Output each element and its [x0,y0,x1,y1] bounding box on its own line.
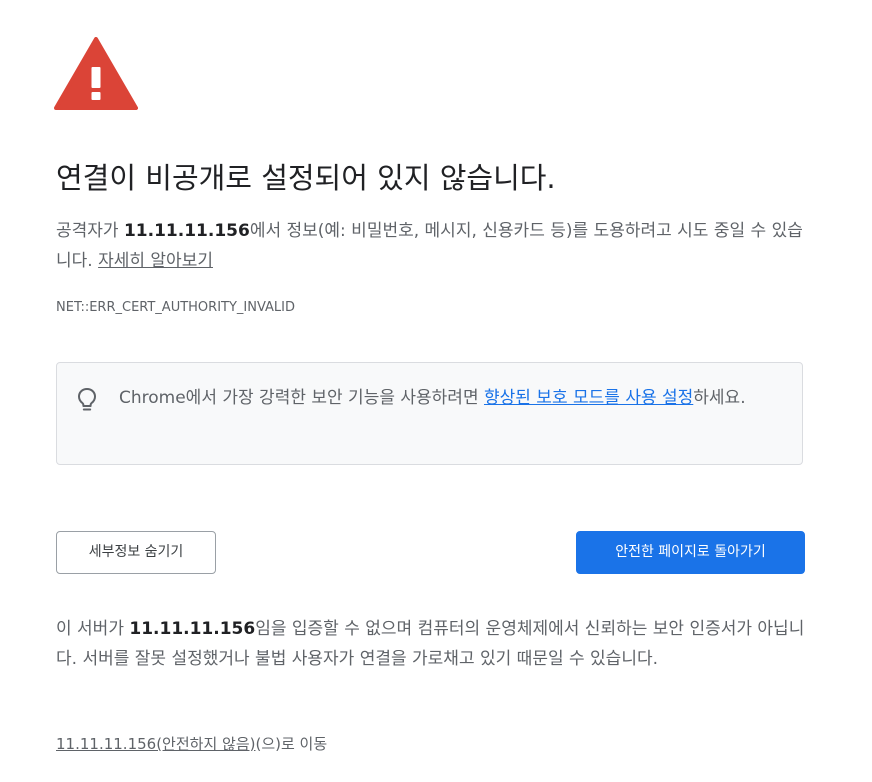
learn-more-link[interactable]: 자세히 알아보기 [98,251,213,271]
page-title: 연결이 비공개로 설정되어 있지 않습니다. [56,161,556,195]
details-text: 이 서버가 11.11.11.156임을 입증할 수 없으며 컴퓨터의 운영체제… [56,614,806,674]
proceed-suffix: (으)로 이동 [255,735,328,753]
error-code: NET::ERR_CERT_AUTHORITY_INVALID [56,300,296,315]
tip-suffix: 하세요. [693,388,746,408]
hide-details-button[interactable]: 세부정보 숨기기 [56,531,216,574]
tip-prefix: Chrome에서 가장 강력한 보안 기능을 사용하려면 [119,388,484,408]
details-host: 11.11.11.156 [129,619,256,639]
enhanced-protection-tip: Chrome에서 가장 강력한 보안 기능을 사용하려면 향상된 보호 모드를 … [56,362,803,465]
details-prefix: 이 서버가 [56,619,130,639]
intro-text: 공격자가 11.11.11.156에서 정보(예: 비밀번호, 메시지, 신용카… [56,216,806,276]
intro-prefix: 공격자가 [56,221,124,241]
enhanced-protection-link[interactable]: 향상된 보호 모드를 사용 설정 [484,388,693,408]
proceed-unsafe-link[interactable]: 11.11.11.156(안전하지 않음) [56,735,255,753]
warning-triangle-icon [54,37,138,110]
lightbulb-icon [78,388,96,411]
back-to-safety-button[interactable]: 안전한 페이지로 돌아가기 [576,531,805,574]
proceed-line: 11.11.11.156(안전하지 않음)(으)로 이동 [56,731,327,757]
tip-text: Chrome에서 가장 강력한 보안 기능을 사용하려면 향상된 보호 모드를 … [119,383,791,413]
interstitial-page: 연결이 비공개로 설정되어 있지 않습니다. 공격자가 11.11.11.156… [0,0,872,782]
intro-host: 11.11.11.156 [123,221,250,241]
